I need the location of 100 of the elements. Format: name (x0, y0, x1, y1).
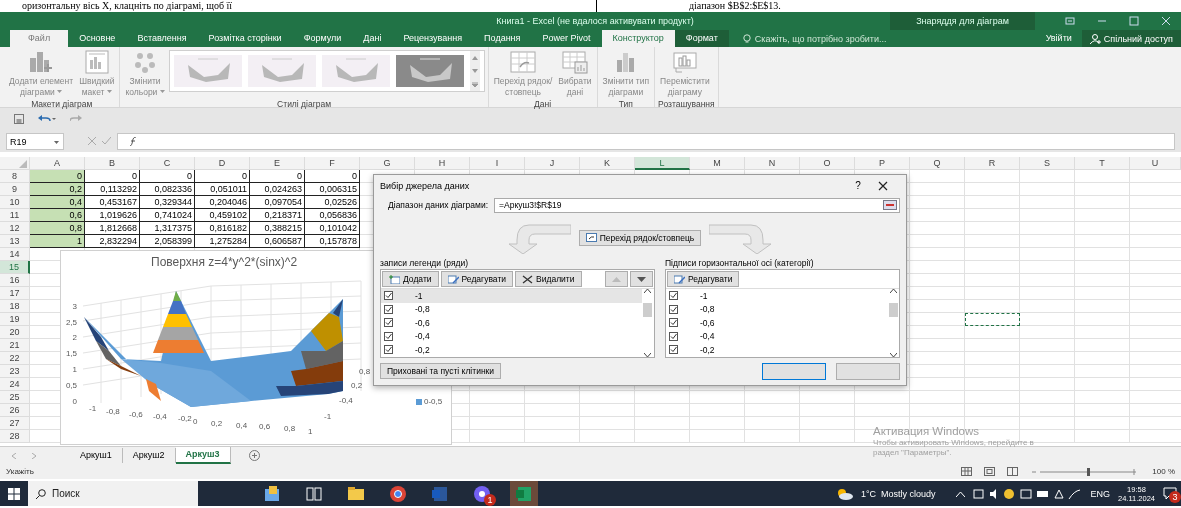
column-header[interactable]: G (360, 157, 415, 170)
name-box[interactable]: R19 (6, 132, 64, 150)
ribbon-tab[interactable]: Конструктор (601, 30, 675, 47)
column-header[interactable]: C (140, 157, 195, 170)
column-header[interactable]: R (965, 157, 1020, 170)
sign-in-link[interactable]: Увійти (1035, 30, 1082, 47)
category-list-item[interactable]: -0,2 (665, 343, 887, 357)
checkbox[interactable] (384, 331, 393, 341)
scroll-up-icon[interactable] (889, 289, 897, 294)
ribbon-tab[interactable]: Power Pivot (531, 30, 602, 47)
column-header[interactable]: F (305, 157, 360, 170)
ribbon-tab[interactable]: Основне (68, 30, 127, 47)
ribbon-tab[interactable]: Дані (352, 30, 393, 47)
row-header[interactable]: 19 (0, 313, 30, 326)
scroll-down-icon[interactable] (644, 352, 652, 357)
ribbon-tab[interactable]: Рецензування (392, 30, 474, 47)
toolbar-button[interactable]: Додати (382, 271, 439, 288)
row-header[interactable]: 24 (0, 378, 30, 391)
ribbon-display-icon[interactable] (1065, 16, 1075, 26)
row-header[interactable]: 23 (0, 365, 30, 378)
column-header[interactable]: Q (910, 157, 965, 170)
function-icon[interactable] (128, 136, 138, 146)
switch-row-column-button[interactable]: Перехід рядок/стовпець (578, 229, 702, 246)
checkbox[interactable] (384, 345, 393, 355)
row-header[interactable]: 22 (0, 352, 30, 365)
help-button[interactable]: ? (838, 180, 878, 192)
row-header[interactable]: 9 (0, 183, 30, 196)
row-header[interactable]: 10 (0, 196, 30, 209)
row-header[interactable]: 25 (0, 391, 30, 404)
category-list-item[interactable]: -1 (665, 289, 887, 303)
row-header[interactable]: 26 (0, 404, 30, 417)
hidden-cells-button[interactable]: Приховані та пусті клітинки (380, 363, 502, 380)
zoom-slider-thumb[interactable] (1087, 467, 1091, 476)
scroll-down-icon[interactable] (889, 352, 897, 357)
taskbar-search-field[interactable]: Поиск (28, 481, 198, 506)
move-down-button[interactable] (629, 271, 653, 288)
row-header[interactable]: 28 (0, 430, 30, 443)
weather-text[interactable]: 1°C Mostly cloudy (860, 488, 936, 499)
column-header[interactable]: M (690, 157, 745, 170)
formula-input-field[interactable] (117, 132, 1175, 150)
row-header[interactable]: 16 (0, 274, 30, 287)
ribbon-tab[interactable]: Подання (473, 30, 532, 47)
range-input-field[interactable]: =Аркуш3!$R$19 (494, 197, 900, 213)
checkbox[interactable] (384, 291, 393, 301)
tell-me-field[interactable]: Скажіть, що потрібно зробити... (754, 33, 887, 44)
maximize-icon[interactable] (1129, 16, 1139, 26)
column-header[interactable]: A (30, 157, 85, 170)
add-sheet-icon[interactable] (248, 450, 260, 461)
language-indicator[interactable]: ENG (1090, 488, 1110, 499)
checkbox[interactable] (668, 291, 678, 301)
column-header[interactable]: S (1020, 157, 1075, 170)
ok-button[interactable] (762, 362, 826, 380)
ribbon-tab[interactable]: Файл (10, 30, 69, 47)
sheet-tab[interactable]: Аркуш2 (122, 448, 176, 463)
notification-icon[interactable] (1163, 486, 1177, 499)
column-header[interactable]: J (525, 157, 580, 170)
row-header[interactable]: 18 (0, 300, 30, 313)
row-header[interactable]: 11 (0, 209, 30, 222)
row-header[interactable]: 17 (0, 287, 30, 300)
ribbon-tab[interactable]: Формат (674, 30, 729, 47)
column-header[interactable]: H (415, 157, 470, 170)
dropdown-icon[interactable] (54, 140, 59, 144)
toolbar-button[interactable]: Редагувати (440, 271, 514, 288)
column-header[interactable]: N (745, 157, 800, 170)
tray-icons-drawing[interactable] (972, 487, 1083, 500)
column-header[interactable]: T (1075, 157, 1130, 170)
column-header[interactable]: L (635, 157, 690, 170)
ribbon-tab[interactable]: Розмітка сторінки (197, 30, 293, 47)
row-header[interactable]: 12 (0, 222, 30, 235)
row-header[interactable]: 21 (0, 339, 30, 352)
row-header[interactable]: 8 (0, 170, 30, 183)
series-list-item[interactable]: -1 (381, 289, 642, 303)
close-icon[interactable] (878, 180, 888, 191)
column-header[interactable]: U (1130, 157, 1181, 170)
collapse-dialog-icon[interactable] (883, 200, 897, 211)
scroll-thumb[interactable] (888, 302, 898, 317)
column-header[interactable]: P (855, 157, 910, 170)
windows-start-icon[interactable] (8, 487, 20, 500)
sheet-tab[interactable]: Аркуш3 (175, 447, 231, 464)
category-list-item[interactable]: -0,6 (665, 316, 887, 330)
taskbar-app[interactable]: 1 (468, 481, 496, 506)
ribbon-tab[interactable]: Формули (292, 30, 353, 47)
chevron-up-icon[interactable] (955, 490, 965, 497)
checkbox[interactable] (668, 331, 678, 341)
check-icon[interactable] (102, 137, 111, 145)
undo-icon[interactable] (38, 114, 56, 124)
ribbon-tab[interactable]: Вставлення (126, 30, 198, 47)
row-header[interactable]: 14 (0, 248, 30, 261)
checkbox[interactable] (384, 318, 393, 328)
row-header[interactable]: 27 (0, 417, 30, 430)
edit-button[interactable]: Редагувати (666, 271, 740, 288)
page-break-icon[interactable] (1007, 467, 1019, 476)
category-list-item[interactable]: -0,8 (665, 302, 887, 317)
column-header[interactable]: I (470, 157, 525, 170)
column-header[interactable]: E (250, 157, 305, 170)
scroll-thumb[interactable] (643, 302, 653, 317)
save-icon[interactable] (14, 114, 24, 124)
share-button[interactable]: Спільний доступ (1081, 30, 1181, 47)
checkbox[interactable] (668, 318, 678, 328)
zoom-level[interactable]: 100 % (1152, 467, 1175, 476)
